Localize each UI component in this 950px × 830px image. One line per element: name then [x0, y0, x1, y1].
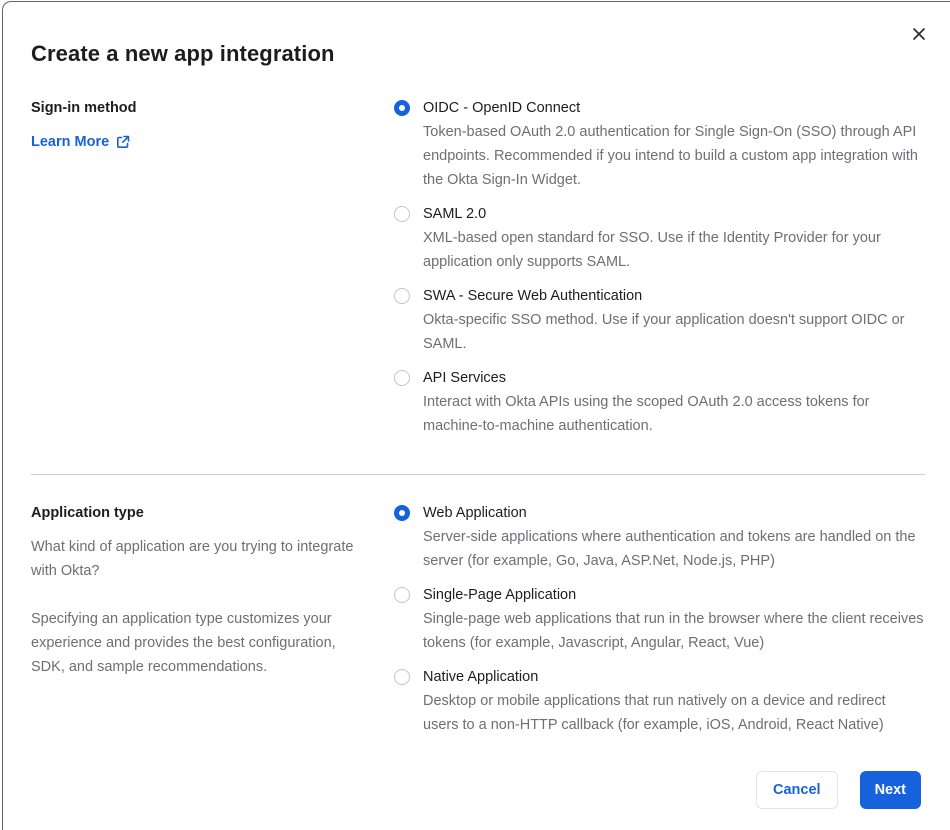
radio-option-label: Single-Page Application [423, 587, 577, 603]
radio-option-label: API Services [423, 370, 506, 386]
radio-option-label: Web Application [423, 505, 527, 521]
radio-button[interactable] [394, 288, 410, 304]
radio-option-label: Native Application [423, 669, 539, 685]
application-type-label: Application type [31, 505, 144, 521]
radio-option-description: Server-side applications where authentic… [423, 529, 916, 569]
close-icon [913, 28, 925, 40]
close-button[interactable] [909, 24, 929, 44]
dialog-title: Create a new app integration [31, 41, 335, 66]
radio-button[interactable] [394, 669, 410, 685]
radio-option[interactable]: Native Application Desktop or mobile app… [394, 665, 925, 737]
radio-option[interactable]: SWA - Secure Web Authentication Okta-spe… [394, 284, 925, 356]
signin-method-options: OIDC - OpenID Connect Token-based OAuth … [394, 96, 925, 438]
radio-option-description: Single-page web applications that run in… [423, 611, 924, 651]
radio-button[interactable] [394, 505, 410, 521]
radio-option-description: Token-based OAuth 2.0 authentication for… [423, 124, 918, 188]
application-type-section: Application type What kind of applicatio… [31, 501, 950, 737]
radio-option[interactable]: Web Application Server-side applications… [394, 501, 925, 573]
external-link-icon [117, 135, 130, 148]
application-type-question: What kind of application are you trying … [31, 539, 354, 579]
create-app-integration-dialog: Create a new app integration Sign-in met… [2, 1, 950, 830]
signin-method-label: Sign-in method [31, 100, 137, 116]
learn-more-label: Learn More [31, 134, 110, 150]
radio-option-description: Interact with Okta APIs using the scoped… [423, 394, 870, 434]
radio-option[interactable]: API Services Interact with Okta APIs usi… [394, 366, 925, 438]
radio-button[interactable] [394, 206, 410, 222]
radio-option[interactable]: SAML 2.0 XML-based open standard for SSO… [394, 202, 925, 274]
radio-option[interactable]: Single-Page Application Single-page web … [394, 583, 925, 655]
radio-option-description: XML-based open standard for SSO. Use if … [423, 230, 881, 270]
next-button[interactable]: Next [859, 771, 921, 809]
learn-more-link[interactable]: Learn More [31, 130, 130, 154]
radio-option-label: SAML 2.0 [423, 206, 487, 222]
application-type-options: Web Application Server-side applications… [394, 501, 925, 737]
radio-option-label: SWA - Secure Web Authentication [423, 288, 643, 304]
radio-option[interactable]: OIDC - OpenID Connect Token-based OAuth … [394, 96, 925, 192]
radio-button[interactable] [394, 100, 410, 116]
radio-option-label: OIDC - OpenID Connect [423, 100, 581, 116]
cancel-button[interactable]: Cancel [756, 771, 838, 809]
radio-button[interactable] [394, 370, 410, 386]
section-divider [31, 474, 925, 475]
radio-button[interactable] [394, 587, 410, 603]
application-type-explanation: Specifying an application type customize… [31, 611, 336, 675]
radio-option-description: Desktop or mobile applications that run … [423, 693, 886, 733]
dialog-footer: Cancel Next [31, 771, 950, 809]
radio-option-description: Okta-specific SSO method. Use if your ap… [423, 312, 905, 352]
signin-method-section: Sign-in method Learn More OIDC - OpenID … [31, 96, 950, 438]
